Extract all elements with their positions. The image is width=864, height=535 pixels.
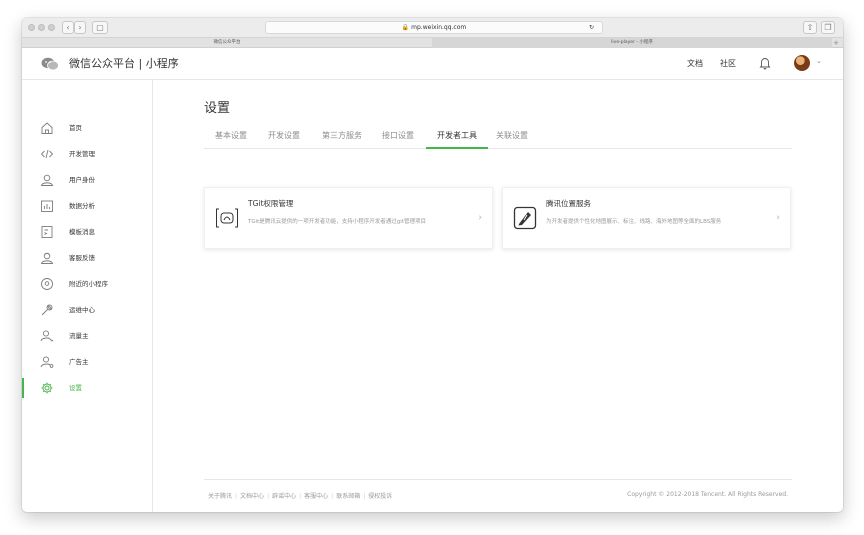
sidebar: 首页 开发管理 用户身份 数据分析 模板消息 客服反馈 附近的小程序 运维中心 …: [22, 80, 153, 512]
sidebar-item-label: 客服反馈: [69, 254, 95, 262]
sidebar-item-traffic-master[interactable]: 流量主: [22, 326, 153, 346]
sidebar-item-dev-management[interactable]: 开发管理: [22, 144, 153, 164]
active-indicator: [22, 378, 24, 398]
page-title: 设置: [204, 101, 231, 116]
sidebar-item-template-message[interactable]: 模板消息: [22, 222, 153, 242]
sidebar-item-settings[interactable]: 设置: [22, 378, 153, 398]
address-bar[interactable]: 🔒 mp.weixin.qq.com ↻: [265, 21, 603, 34]
card-description: TGit是腾讯云提供的一项开发者功能，支持小程序开发者通过git管理项目: [248, 219, 426, 225]
footer-separator: |: [363, 493, 366, 500]
sidebar-item-label: 附近的小程序: [69, 280, 108, 288]
sidebar-item-customer-feedback[interactable]: 客服反馈: [22, 248, 153, 268]
user-icon: [40, 174, 54, 186]
sidebar-toggle-icon[interactable]: ▢: [92, 21, 108, 34]
chart-icon: [41, 200, 53, 212]
minimize-window-button[interactable]: [38, 24, 45, 31]
footer-separator: |: [331, 493, 334, 500]
footer-link-complaint[interactable]: 侵权投诉: [368, 493, 392, 500]
wechat-logo-icon[interactable]: [41, 57, 59, 71]
sidebar-item-nearby-miniprogram[interactable]: 附近的小程序: [22, 274, 153, 294]
footer-separator: |: [235, 493, 238, 500]
footer-separator: |: [267, 493, 270, 500]
avatar[interactable]: [794, 55, 810, 71]
browser-tab-label: 微信公众平台: [213, 40, 241, 45]
close-window-button[interactable]: [28, 24, 35, 31]
advertiser-icon: [40, 356, 54, 368]
lock-icon: 🔒: [401, 24, 410, 31]
forward-button[interactable]: ›: [74, 21, 86, 34]
sidebar-item-advertiser[interactable]: 广告主: [22, 352, 153, 372]
address-bar-url: mp.weixin.qq.com: [411, 24, 467, 31]
footer-separator: |: [299, 493, 302, 500]
tabs-overview-icon[interactable]: ❐: [821, 21, 835, 34]
footer-link-about[interactable]: 关于腾讯: [208, 493, 232, 500]
wrench-icon: [41, 304, 53, 316]
community-link[interactable]: 社区: [720, 58, 736, 70]
brand-title[interactable]: 微信公众平台 | 小程序: [69, 56, 179, 72]
sidebar-item-label: 数据分析: [69, 202, 95, 210]
tab-dev-settings[interactable]: 开发设置: [267, 127, 301, 149]
sidebar-item-user-identity[interactable]: 用户身份: [22, 170, 153, 190]
browser-window: ‹ › ▢ 🔒 mp.weixin.qq.com ↻ ⇧ ❐ 微信公众平台 li…: [22, 18, 843, 512]
sidebar-item-data-analysis[interactable]: 数据分析: [22, 196, 153, 216]
sidebar-item-label: 用户身份: [69, 176, 95, 184]
share-icon[interactable]: ⇧: [803, 21, 817, 34]
browser-tab-wechat[interactable]: 微信公众平台: [22, 38, 432, 48]
card-title: TGit权限管理: [248, 199, 294, 208]
footer-links: 关于腾讯 | 文档中心 | 辟谣中心 | 客服中心 | 联系邮箱 | 侵权投诉: [208, 491, 392, 500]
sidebar-item-label: 首页: [69, 124, 82, 132]
tencent-location-card[interactable]: 腾讯位置服务 为开发者提供个性化地图展示、标注、线路、海外地图等全面的LBS服务…: [502, 187, 791, 249]
sidebar-item-label: 开发管理: [69, 150, 95, 158]
reload-icon[interactable]: ↻: [589, 22, 594, 33]
map-pen-icon: [513, 206, 537, 230]
card-title: 腾讯位置服务: [546, 199, 591, 208]
footer-link-docs[interactable]: 文档中心: [240, 493, 264, 500]
browser-tab-live-player[interactable]: live-player - 小程序: [432, 38, 832, 48]
settings-tabs: 基本设置 开发设置 第三方服务 接口设置 开发者工具 关联设置: [204, 127, 792, 149]
browser-tab-label: live-player - 小程序: [611, 40, 653, 45]
code-icon: [40, 149, 54, 159]
bell-icon[interactable]: [759, 56, 771, 70]
tgit-card[interactable]: TGit权限管理 TGit是腾讯云提供的一项开发者功能，支持小程序开发者通过gi…: [204, 187, 493, 249]
browser-toolbar: ‹ › ▢ 🔒 mp.weixin.qq.com ↻ ⇧ ❐: [22, 18, 843, 38]
new-tab-button[interactable]: +: [833, 38, 839, 48]
footer-link-rumor[interactable]: 辟谣中心: [272, 493, 296, 500]
gear-icon: [41, 382, 53, 394]
zoom-window-button[interactable]: [48, 24, 55, 31]
sidebar-item-label: 模板消息: [69, 228, 95, 236]
home-icon: [41, 122, 53, 134]
sidebar-item-label: 流量主: [69, 332, 89, 340]
sidebar-item-label: 运维中心: [69, 306, 95, 314]
chevron-right-icon: ›: [478, 213, 482, 223]
copyright: Copyright © 2012-2018 Tencent. All Right…: [627, 491, 788, 498]
site-footer: 关于腾讯 | 文档中心 | 辟谣中心 | 客服中心 | 联系邮箱 | 侵权投诉 Copyright …: [204, 479, 792, 500]
service-icon: [40, 252, 54, 264]
template-icon: [41, 226, 53, 238]
card-description: 为开发者提供个性化地图展示、标注、线路、海外地图等全面的LBS服务: [546, 219, 722, 225]
location-icon: [41, 278, 53, 290]
traffic-user-icon: [40, 330, 54, 342]
sidebar-item-label: 设置: [69, 384, 82, 392]
site-header: 微信公众平台 | 小程序 文档 社区 ⌄: [22, 48, 843, 80]
tab-developer-tools[interactable]: 开发者工具: [426, 127, 488, 149]
sidebar-item-ops-center[interactable]: 运维中心: [22, 300, 153, 320]
browser-tab-strip: 微信公众平台 live-player - 小程序 +: [22, 38, 843, 48]
tab-interface-settings[interactable]: 接口设置: [381, 127, 415, 149]
tab-third-party[interactable]: 第三方服务: [320, 127, 364, 149]
chevron-down-icon[interactable]: ⌄: [816, 57, 822, 65]
tab-association-settings[interactable]: 关联设置: [495, 127, 529, 149]
back-button[interactable]: ‹: [62, 21, 74, 34]
git-bracket-icon: [216, 208, 238, 228]
sidebar-item-label: 广告主: [69, 358, 89, 366]
footer-link-service[interactable]: 客服中心: [304, 493, 328, 500]
docs-link[interactable]: 文档: [687, 58, 703, 70]
footer-link-email[interactable]: 联系邮箱: [336, 493, 360, 500]
sidebar-item-home[interactable]: 首页: [22, 118, 153, 138]
chevron-right-icon: ›: [776, 213, 780, 223]
tab-basic-settings[interactable]: 基本设置: [214, 127, 248, 149]
